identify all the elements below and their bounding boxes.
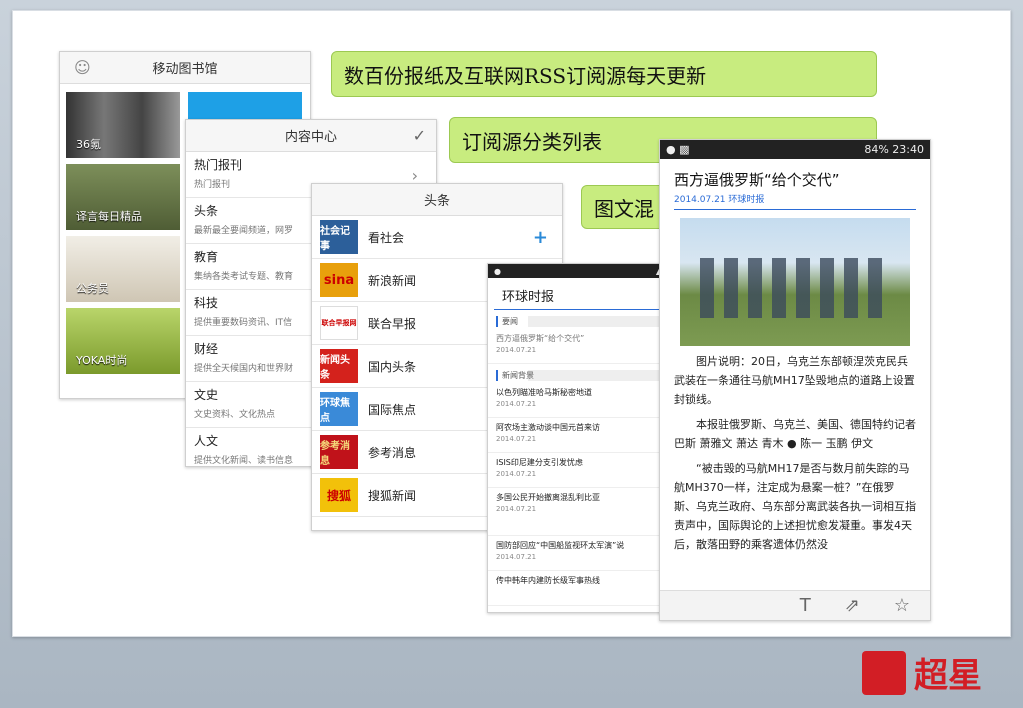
- share-icon[interactable]: ⇗: [845, 595, 860, 616]
- article-photo: [680, 218, 910, 346]
- source-logo: 搜狐: [320, 478, 358, 512]
- tile-36kr[interactable]: 36氪: [66, 92, 180, 158]
- news-item-title: 国防部回应“中国船监视环太军演”说: [496, 541, 625, 550]
- news-title: 环球时报: [494, 278, 662, 310]
- library-title: 移动图书馆: [152, 62, 218, 77]
- brand-logo: 超星: [862, 648, 982, 697]
- news-item-date: 2014.07.21: [496, 553, 537, 561]
- news-item[interactable]: 多国公民开始撤离混乱利比亚 2014.07.21: [488, 488, 668, 536]
- status-right: 84% 23:40: [864, 143, 924, 156]
- tile-yiyan[interactable]: 译言每日精品: [66, 164, 180, 230]
- news-item-title: 西方逼俄罗斯“给个交代”: [496, 334, 585, 343]
- content-center-header: 内容中心 ✓: [186, 120, 436, 152]
- source-logo: 新闻头条: [320, 349, 358, 383]
- tile-gongwuyuan[interactable]: 公务员: [66, 236, 180, 302]
- slide: ☺ 移动图书馆 36氪 译言每日精品 公务员 YOKA时尚 内容中心 ✓ 热门报…: [12, 10, 1011, 637]
- section-header: 新闻背景: [496, 370, 660, 381]
- category-title: 热门报刊: [194, 158, 243, 172]
- news-item-date: 2014.07.21: [496, 505, 537, 513]
- headlines-title: 头条: [423, 194, 450, 209]
- news-item-title: 多国公民开始撤离混乱利比亚: [496, 493, 600, 502]
- news-item[interactable]: ISIS印尼建分支引发忧虑 2014.07.21: [488, 453, 668, 488]
- headlines-header: 头条: [312, 184, 562, 216]
- source-logo: 环球焦点: [320, 392, 358, 426]
- app-icon: ●: [494, 266, 501, 276]
- source-logo: 联合早报网: [320, 306, 358, 340]
- news-item-title: ISIS印尼建分支引发忧虑: [496, 458, 583, 467]
- article-meta: 2014.07.21 环球时报: [674, 192, 916, 210]
- news-item[interactable]: 传中韩年内建防长级军事热线: [488, 571, 668, 606]
- news-item-title: 传中韩年内建防长级军事热线: [496, 576, 600, 585]
- tile-yoka[interactable]: YOKA时尚: [66, 308, 180, 374]
- source-logo: 参考消息: [320, 435, 358, 469]
- soldiers-figure: [700, 258, 890, 318]
- check-icon[interactable]: ✓: [413, 126, 426, 145]
- news-item[interactable]: 阿农场主激动谈中国元首来访 2014.07.21: [488, 418, 668, 453]
- tile-label: 译言每日精品: [76, 210, 142, 223]
- news-item-date: 2014.07.21: [496, 346, 537, 354]
- brand-name: 超星: [914, 656, 982, 696]
- news-item-date: 2014.07.21: [496, 400, 537, 408]
- tile-label: YOKA时尚: [76, 354, 128, 367]
- article-paragraph: “被击毁的马航MH17是否与数月前失踪的马航MH370一样，注定成为悬案一桩？”…: [674, 462, 916, 551]
- user-icon[interactable]: ☺: [74, 58, 91, 77]
- plus-icon[interactable]: +: [533, 227, 548, 248]
- source-name: 国内头条: [368, 359, 417, 374]
- section-header: 要闻: [496, 316, 660, 327]
- star-icon[interactable]: ☆: [894, 595, 910, 616]
- article-panel: ● ▩ 84% 23:40 西方逼俄罗斯“给个交代” 2014.07.21 环球…: [659, 139, 931, 621]
- status-time: 23:40: [892, 143, 924, 156]
- content-center-title: 内容中心: [284, 130, 337, 145]
- app-icon: ● ▩: [666, 143, 690, 156]
- source-name: 国际焦点: [368, 402, 417, 417]
- source-name: 参考消息: [368, 445, 417, 460]
- news-item-date: 2014.07.21: [496, 470, 537, 478]
- news-item-date: 2014.07.21: [496, 435, 537, 443]
- status-bar: ●▲: [488, 264, 668, 278]
- source-logo: 社会记事: [320, 220, 358, 254]
- news-panel: ●▲ 环球时报 要闻 西方逼俄罗斯“给个交代” 2014.07.21 新闻背景 以…: [487, 263, 669, 613]
- source-name: 看社会: [368, 230, 405, 245]
- source-name: 新浪新闻: [368, 273, 417, 288]
- news-item[interactable]: 国防部回应“中国船监视环太军演”说 2014.07.21: [488, 536, 668, 571]
- brand-mark-icon: [862, 650, 906, 695]
- source-logo: sina: [320, 263, 358, 297]
- tile-label: 36氪: [76, 138, 101, 151]
- library-header: ☺ 移动图书馆: [60, 52, 310, 84]
- status-bar: ● ▩ 84% 23:40: [660, 140, 930, 159]
- article-toolbar: T ⇗ ☆: [660, 590, 930, 620]
- news-item[interactable]: 以色列瞄准哈马斯秘密地道 2014.07.21: [488, 383, 668, 418]
- news-item-title: 阿农场主激动谈中国元首来访: [496, 423, 600, 432]
- tile-label: 公务员: [76, 282, 109, 295]
- article-paragraph: 图片说明：20日，乌克兰东部顿涅茨克民兵武装在一条通往马航MH17坠毁地点的道路…: [674, 355, 915, 406]
- source-name: 搜狐新闻: [368, 488, 417, 503]
- text-icon[interactable]: T: [800, 595, 811, 616]
- battery-level: 84%: [864, 143, 889, 156]
- source-name: 联合早报: [368, 316, 417, 331]
- article-paragraph: 本报驻俄罗斯、乌克兰、美国、德国特约记者 巴斯 萧雅文 萧达 青木 ● 陈一 玉…: [674, 418, 916, 450]
- callout-rss: 数百份报纸及互联网RSS订阅源每天更新: [331, 51, 877, 97]
- news-item-title: 以色列瞄准哈马斯秘密地道: [496, 388, 592, 397]
- article-title: 西方逼俄罗斯“给个交代”: [674, 171, 840, 189]
- headline-item[interactable]: 社会记事 看社会 +: [312, 216, 562, 259]
- news-item[interactable]: 西方逼俄罗斯“给个交代” 2014.07.21: [488, 329, 668, 364]
